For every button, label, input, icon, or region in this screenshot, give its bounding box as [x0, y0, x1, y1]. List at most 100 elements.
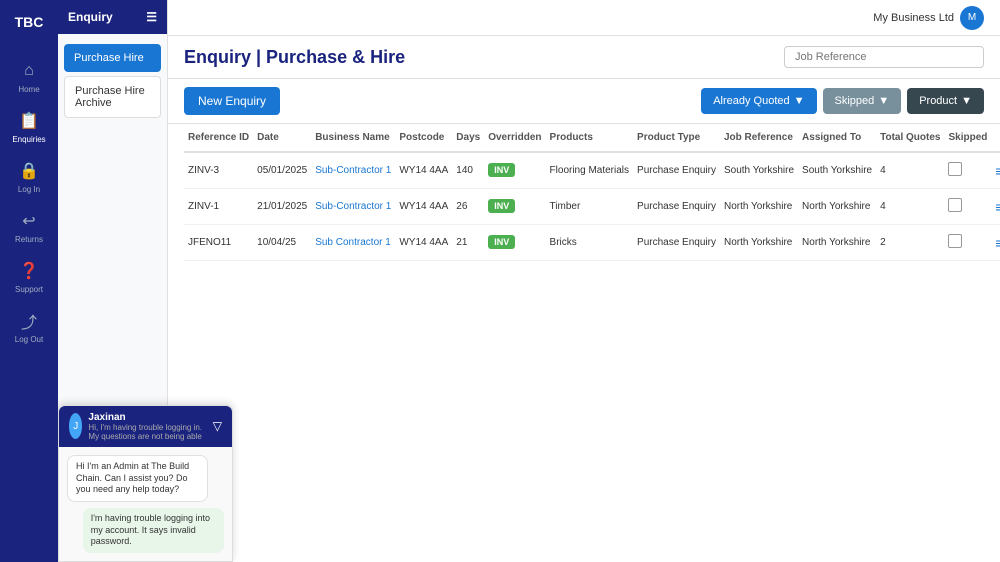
col-days: Days — [452, 124, 484, 152]
table-row: ZINV-3 05/01/2025 Sub-Contractor 1 WY14 … — [184, 152, 1000, 189]
col-overridden: Overridden — [484, 124, 545, 152]
chat-widget: J Jaxinan Hi, I'm having trouble logging… — [58, 405, 233, 562]
cell-days: 21 — [452, 225, 484, 261]
nav-purchase-hire[interactable]: Purchase Hire — [64, 44, 161, 72]
cell-total-quotes: 4 — [876, 189, 944, 225]
sidebar-item-support[interactable]: ❓ Support — [0, 252, 58, 302]
cell-total-quotes: 2 — [876, 225, 944, 261]
left-panel-menu-icon[interactable]: ☰ — [146, 10, 157, 24]
chat-messages: Hi I'm an Admin at The Build Chain. Can … — [59, 447, 232, 561]
chat-bubble-received: Hi I'm an Admin at The Build Chain. Can … — [67, 455, 208, 502]
cell-badge: INV — [484, 225, 545, 261]
product-label: Product — [919, 95, 957, 107]
col-assigned: Assigned To — [798, 124, 876, 152]
chat-name: Jaxinan — [88, 412, 206, 423]
cell-assigned: North Yorkshire — [798, 189, 876, 225]
cell-list-icon[interactable]: ≡ — [991, 225, 1000, 261]
chat-avatar: J — [69, 413, 82, 439]
cell-skipped[interactable] — [944, 189, 991, 225]
sidebar-label-returns: Returns — [15, 235, 43, 244]
sidebar-item-logout[interactable]: ⤴ Log Out — [0, 302, 58, 352]
col-business: Business Name — [311, 124, 395, 152]
new-enquiry-button[interactable]: New Enquiry — [184, 87, 280, 115]
cell-job-ref: North Yorkshire — [720, 189, 798, 225]
cell-business[interactable]: Sub Contractor 1 — [311, 225, 395, 261]
main-content: My Business Ltd M Enquiry | Purchase & H… — [168, 0, 1000, 562]
chat-chevron-icon[interactable]: ▽ — [213, 419, 222, 433]
skipped-button[interactable]: Skipped ▼ — [823, 88, 902, 114]
chat-subtext: Hi, I'm having trouble logging in. My qu… — [88, 423, 206, 441]
sidebar-label-enquiries: Enquiries — [12, 135, 45, 144]
cell-ref: ZINV-1 — [184, 189, 253, 225]
job-reference-input[interactable] — [784, 46, 984, 68]
cell-business[interactable]: Sub-Contractor 1 — [311, 189, 395, 225]
skipped-label: Skipped — [835, 95, 875, 107]
cell-badge: INV — [484, 189, 545, 225]
product-button[interactable]: Product ▼ — [907, 88, 984, 114]
col-products: Products — [546, 124, 633, 152]
enquiry-table: Reference ID Date Business Name Postcode… — [184, 124, 1000, 261]
topbar: My Business Ltd M — [168, 0, 1000, 36]
cell-date: 21/01/2025 — [253, 189, 311, 225]
sidebar-item-login[interactable]: 🔒 Log In — [0, 152, 58, 202]
sidebar-label-support: Support — [15, 285, 43, 294]
returns-icon: ↩ — [18, 210, 40, 232]
cell-assigned: South Yorkshire — [798, 152, 876, 189]
table-container: Reference ID Date Business Name Postcode… — [168, 124, 1000, 562]
product-chevron: ▼ — [961, 95, 972, 107]
col-date: Date — [253, 124, 311, 152]
table-row: ZINV-1 21/01/2025 Sub-Contractor 1 WY14 … — [184, 189, 1000, 225]
cell-total-quotes: 4 — [876, 152, 944, 189]
home-icon: ⌂ — [18, 60, 40, 82]
sidebar-item-enquiries[interactable]: 📋 Enquiries — [0, 102, 58, 152]
table-row: JFENO11 10/04/25 Sub Contractor 1 WY14 4… — [184, 225, 1000, 261]
cell-job-ref: North Yorkshire — [720, 225, 798, 261]
chat-bubble-sent: I'm having trouble logging into my accou… — [83, 508, 224, 553]
cell-postcode: WY14 4AA — [395, 152, 452, 189]
cell-products: Bricks — [546, 225, 633, 261]
cell-date: 05/01/2025 — [253, 152, 311, 189]
cell-days: 140 — [452, 152, 484, 189]
cell-skipped[interactable] — [944, 152, 991, 189]
cell-ref: JFENO11 — [184, 225, 253, 261]
nav-purchase-hire-archive[interactable]: Purchase Hire Archive — [64, 76, 161, 118]
col-product-type: Product Type — [633, 124, 720, 152]
cell-badge: INV — [484, 152, 545, 189]
cell-products: Timber — [546, 189, 633, 225]
left-panel-header: Enquiry ☰ — [58, 0, 167, 34]
chat-header: J Jaxinan Hi, I'm having trouble logging… — [59, 406, 232, 447]
sidebar-label-logout: Log Out — [15, 335, 43, 344]
cell-list-icon[interactable]: ≡ — [991, 189, 1000, 225]
cell-job-ref: South Yorkshire — [720, 152, 798, 189]
sidebar-item-returns[interactable]: ↩ Returns — [0, 202, 58, 252]
col-skipped: Skipped — [944, 124, 991, 152]
cell-ref: ZINV-3 — [184, 152, 253, 189]
support-icon: ❓ — [18, 260, 40, 282]
page-title: Enquiry | Purchase & Hire — [184, 47, 405, 68]
cell-skipped[interactable] — [944, 225, 991, 261]
sidebar-label-home: Home — [18, 85, 39, 94]
cell-business[interactable]: Sub-Contractor 1 — [311, 152, 395, 189]
cell-days: 26 — [452, 189, 484, 225]
page-header: Enquiry | Purchase & Hire — [168, 36, 1000, 79]
sidebar: TBC ⌂ Home 📋 Enquiries 🔒 Log In ↩ Return… — [0, 0, 58, 562]
company-info: My Business Ltd M — [873, 6, 984, 30]
already-quoted-button[interactable]: Already Quoted ▼ — [701, 88, 816, 114]
logout-icon: ⤴ — [18, 310, 40, 332]
cell-list-icon[interactable]: ≡ — [991, 152, 1000, 189]
toolbar-filters: Already Quoted ▼ Skipped ▼ Product ▼ — [701, 88, 984, 114]
left-panel-title: Enquiry — [68, 10, 113, 24]
skipped-chevron: ▼ — [878, 95, 889, 107]
sidebar-item-home[interactable]: ⌂ Home — [0, 52, 58, 102]
cell-products: Flooring Materials — [546, 152, 633, 189]
cell-assigned: North Yorkshire — [798, 225, 876, 261]
cell-product-type: Purchase Enquiry — [633, 225, 720, 261]
cell-postcode: WY14 4AA — [395, 225, 452, 261]
cell-product-type: Purchase Enquiry — [633, 189, 720, 225]
company-name: My Business Ltd — [873, 12, 954, 24]
col-actions — [991, 124, 1000, 152]
col-job-ref: Job Reference — [720, 124, 798, 152]
enquiries-icon: 📋 — [18, 110, 40, 132]
col-postcode: Postcode — [395, 124, 452, 152]
cell-postcode: WY14 4AA — [395, 189, 452, 225]
